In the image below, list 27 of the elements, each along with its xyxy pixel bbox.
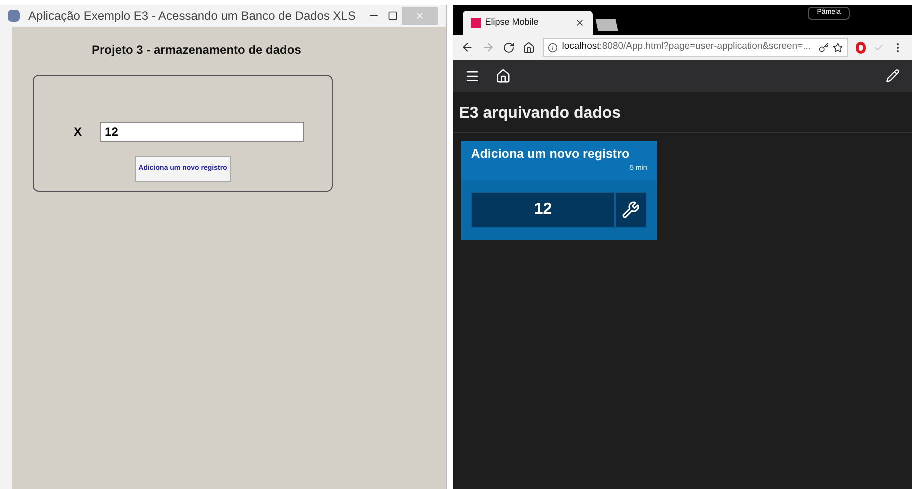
- key-icon[interactable]: [819, 42, 829, 52]
- browser-tab[interactable]: Elipse Mobile: [463, 11, 594, 35]
- card-title: Adiciona um novo registro: [471, 146, 631, 163]
- address-bar[interactable]: localhost:8080/App.html?page=user-application&screen=...: [543, 38, 848, 57]
- maximize-icon[interactable]: [388, 11, 398, 21]
- page-title: E3 arquivando dados: [453, 92, 912, 133]
- home-icon[interactable]: [523, 42, 536, 54]
- wrench-icon: [622, 201, 640, 220]
- settings-button[interactable]: [615, 192, 648, 228]
- menu-icon[interactable]: [465, 68, 480, 84]
- new-tab-button[interactable]: [596, 19, 619, 31]
- edit-icon[interactable]: [886, 69, 900, 83]
- check-icon[interactable]: [874, 42, 884, 52]
- back-icon[interactable]: [461, 41, 474, 54]
- form-heading: Projeto 3 - armazenamento de dados: [92, 42, 302, 59]
- app-icon: [8, 10, 20, 22]
- opera-icon[interactable]: [856, 42, 866, 54]
- value-display: 12: [471, 192, 616, 228]
- window-title: Aplicação Exemplo E3 - Acessando um Banco de Dados XLS: [27, 8, 357, 25]
- close-icon: [415, 11, 426, 21]
- field-label: X: [74, 124, 82, 141]
- info-icon: [548, 42, 558, 52]
- close-tab-icon[interactable]: [575, 18, 586, 28]
- star-icon[interactable]: [833, 42, 843, 52]
- x-input-field[interactable]: 12: [100, 122, 304, 142]
- tab-favicon: [471, 18, 482, 28]
- reload-icon[interactable]: [503, 42, 516, 54]
